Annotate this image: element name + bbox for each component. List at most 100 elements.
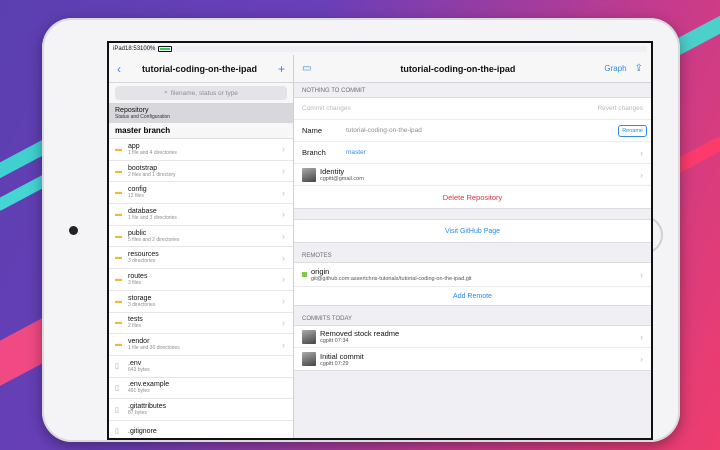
remotes-card: origin git@github.com:assertchris-tutori… bbox=[294, 262, 651, 306]
commit-message: Removed stock readme bbox=[320, 329, 400, 338]
file-meta: 5 files and 2 directories bbox=[128, 236, 180, 243]
chevron-right-icon: › bbox=[282, 144, 285, 155]
chevron-right-icon: › bbox=[282, 166, 285, 177]
chevron-right-icon: › bbox=[640, 147, 643, 158]
chevron-right-icon: › bbox=[282, 231, 285, 242]
file-list-item[interactable]: ▬ database 1 file and 3 directories › bbox=[109, 204, 293, 226]
remote-row[interactable]: origin git@github.com:assertchris-tutori… bbox=[294, 263, 651, 287]
battery-label: 100% bbox=[140, 46, 156, 52]
add-remote-button[interactable]: Add Remote bbox=[294, 287, 651, 305]
file-meta: 87 bytes bbox=[128, 410, 147, 417]
commit-message: Initial commit bbox=[320, 351, 364, 361]
search-placeholder: filename, status or type bbox=[170, 89, 238, 97]
file-icon: ▯ bbox=[115, 363, 119, 371]
delete-repository-button[interactable]: Delete Repository bbox=[294, 186, 651, 208]
name-label: Name bbox=[302, 126, 323, 135]
branch-row[interactable]: Branch master › bbox=[294, 142, 651, 164]
chevron-right-icon: › bbox=[640, 169, 643, 180]
sidebar-title: tutorial-coding-on-the-ipad bbox=[142, 63, 257, 74]
graph-button[interactable]: Graph bbox=[604, 64, 626, 73]
file-name: config bbox=[128, 186, 147, 194]
folder-icon: ▬ bbox=[115, 189, 122, 197]
ipad-frame: iPad 18:53 100% ‹ tutorial-coding-on-the… bbox=[42, 18, 680, 442]
file-list-item[interactable]: ▬ storage 3 directories › bbox=[109, 291, 293, 313]
rename-button[interactable]: Rename bbox=[618, 125, 647, 137]
file-meta: 1 file and 3 directories bbox=[128, 214, 177, 221]
file-list-item[interactable]: ▬ vendor 1 file and 30 directories › bbox=[109, 334, 293, 356]
identity-row[interactable]: Identity cgpitt@gmail.com › bbox=[294, 164, 651, 186]
github-card: Visit GitHub Page bbox=[294, 219, 651, 243]
chevron-right-icon: › bbox=[282, 187, 285, 198]
file-name: .env.example bbox=[128, 381, 170, 389]
file-name: .gitignore bbox=[128, 427, 157, 435]
carrier-label: iPad bbox=[113, 46, 126, 52]
nothing-to-commit-label: NOTHING TO COMMIT bbox=[302, 88, 366, 94]
identity-email: cgpitt@gmail.com bbox=[320, 176, 364, 182]
file-list-item[interactable]: ▯ .env.example 491 bytes bbox=[109, 378, 293, 400]
file-icon: ▯ bbox=[115, 406, 119, 414]
commits-today-label: COMMITS TODAY bbox=[302, 316, 353, 322]
revert-changes-button[interactable]: Revert changes bbox=[597, 105, 643, 112]
repository-title: Repository bbox=[115, 107, 149, 114]
camera bbox=[69, 226, 78, 235]
chevron-right-icon: › bbox=[282, 274, 285, 285]
commit-meta: cgpitt 07:29 bbox=[320, 360, 349, 367]
folder-icon: ▬ bbox=[115, 275, 122, 283]
branch-header: master branch bbox=[109, 123, 293, 139]
file-list: ▬ app 1 file and 4 directories › ▬ bootstrap 2… bbox=[109, 139, 293, 438]
remotes-label: REMOTES bbox=[302, 253, 332, 259]
folder-icon: ▬ bbox=[115, 254, 122, 262]
file-name: public bbox=[128, 229, 147, 237]
folder-icon: ▬ bbox=[115, 210, 122, 218]
file-list-item[interactable]: ▬ routes 3 files › bbox=[109, 269, 293, 291]
file-list-item[interactable]: ▯ .gitattributes 87 bytes bbox=[109, 399, 293, 421]
add-icon[interactable]: + bbox=[278, 62, 285, 76]
file-name: app bbox=[128, 142, 140, 150]
file-meta: 12 files bbox=[128, 193, 144, 200]
file-name: bootstrap bbox=[128, 164, 158, 172]
file-meta: 643 bytes bbox=[128, 366, 150, 373]
file-name: .gitattributes bbox=[128, 403, 167, 411]
share-icon[interactable]: ⇪ bbox=[635, 63, 643, 74]
remote-status-icon bbox=[302, 272, 307, 277]
search-icon: ⌕ bbox=[164, 89, 168, 96]
commits-card: Removed stock readme cgpitt 07:34 › Initial… bbox=[294, 325, 651, 371]
commit-card: Commit changes Revert changes Name tutor… bbox=[294, 97, 651, 209]
folder-icon: ▬ bbox=[115, 232, 122, 240]
file-list-item[interactable]: ▬ resources 3 directories › bbox=[109, 247, 293, 270]
chevron-right-icon: › bbox=[282, 317, 285, 328]
file-meta: 2 files bbox=[128, 323, 142, 330]
file-list-item[interactable]: ▬ public 5 files and 2 directories › bbox=[109, 226, 293, 248]
battery-icon bbox=[158, 46, 173, 52]
commit-changes-button[interactable]: Commit changes bbox=[302, 105, 351, 112]
file-name: resources bbox=[128, 251, 159, 259]
status-bar: iPad 18:53 100% bbox=[109, 43, 651, 55]
commit-row[interactable]: Removed stock readme cgpitt 07:34 › bbox=[294, 326, 651, 348]
commit-row[interactable]: Initial commit cgpitt 07:29 › bbox=[294, 348, 651, 370]
name-row: Name tutorial-coding-on-the-ipad Rename bbox=[294, 120, 651, 142]
file-list-item[interactable]: ▬ config 12 files › bbox=[109, 182, 293, 205]
file-list-item[interactable]: ▯ .env 643 bytes bbox=[109, 356, 293, 378]
file-list-item[interactable]: ▬ app 1 file and 4 directories › bbox=[109, 139, 293, 161]
repository-row[interactable]: Repository Status and Configuration bbox=[109, 104, 293, 123]
back-chevron-icon[interactable]: ‹ bbox=[117, 62, 121, 76]
folder-icon: ▬ bbox=[115, 145, 122, 153]
file-meta: 1 file and 30 directories bbox=[128, 345, 180, 352]
file-meta: 3 files bbox=[128, 279, 142, 286]
file-name: vendor bbox=[128, 338, 150, 346]
chevron-right-icon: › bbox=[640, 354, 643, 364]
sidebar: ‹ tutorial-coding-on-the-ipad + ⌕ filena… bbox=[109, 55, 294, 438]
file-meta: 1 file and 4 directories bbox=[128, 149, 177, 156]
visit-github-button[interactable]: Visit GitHub Page bbox=[294, 220, 651, 242]
chevron-right-icon: › bbox=[282, 339, 285, 350]
file-list-item[interactable]: ▬ bootstrap 2 files and 1 directory › bbox=[109, 161, 293, 183]
search-input[interactable]: ⌕ filename, status or type bbox=[115, 86, 287, 100]
file-list-item[interactable]: ▬ tests 2 files › bbox=[109, 313, 293, 335]
commit-meta: cgpitt 07:34 bbox=[320, 338, 349, 344]
name-value: tutorial-coding-on-the-ipad bbox=[346, 127, 422, 134]
file-list-item[interactable]: ▯ .gitignore bbox=[109, 421, 293, 438]
chevron-right-icon: › bbox=[282, 209, 285, 220]
file-name: tests bbox=[128, 316, 143, 324]
sidebar-toggle-icon[interactable]: ▭ bbox=[302, 63, 311, 74]
identity-title: Identity bbox=[320, 167, 345, 176]
